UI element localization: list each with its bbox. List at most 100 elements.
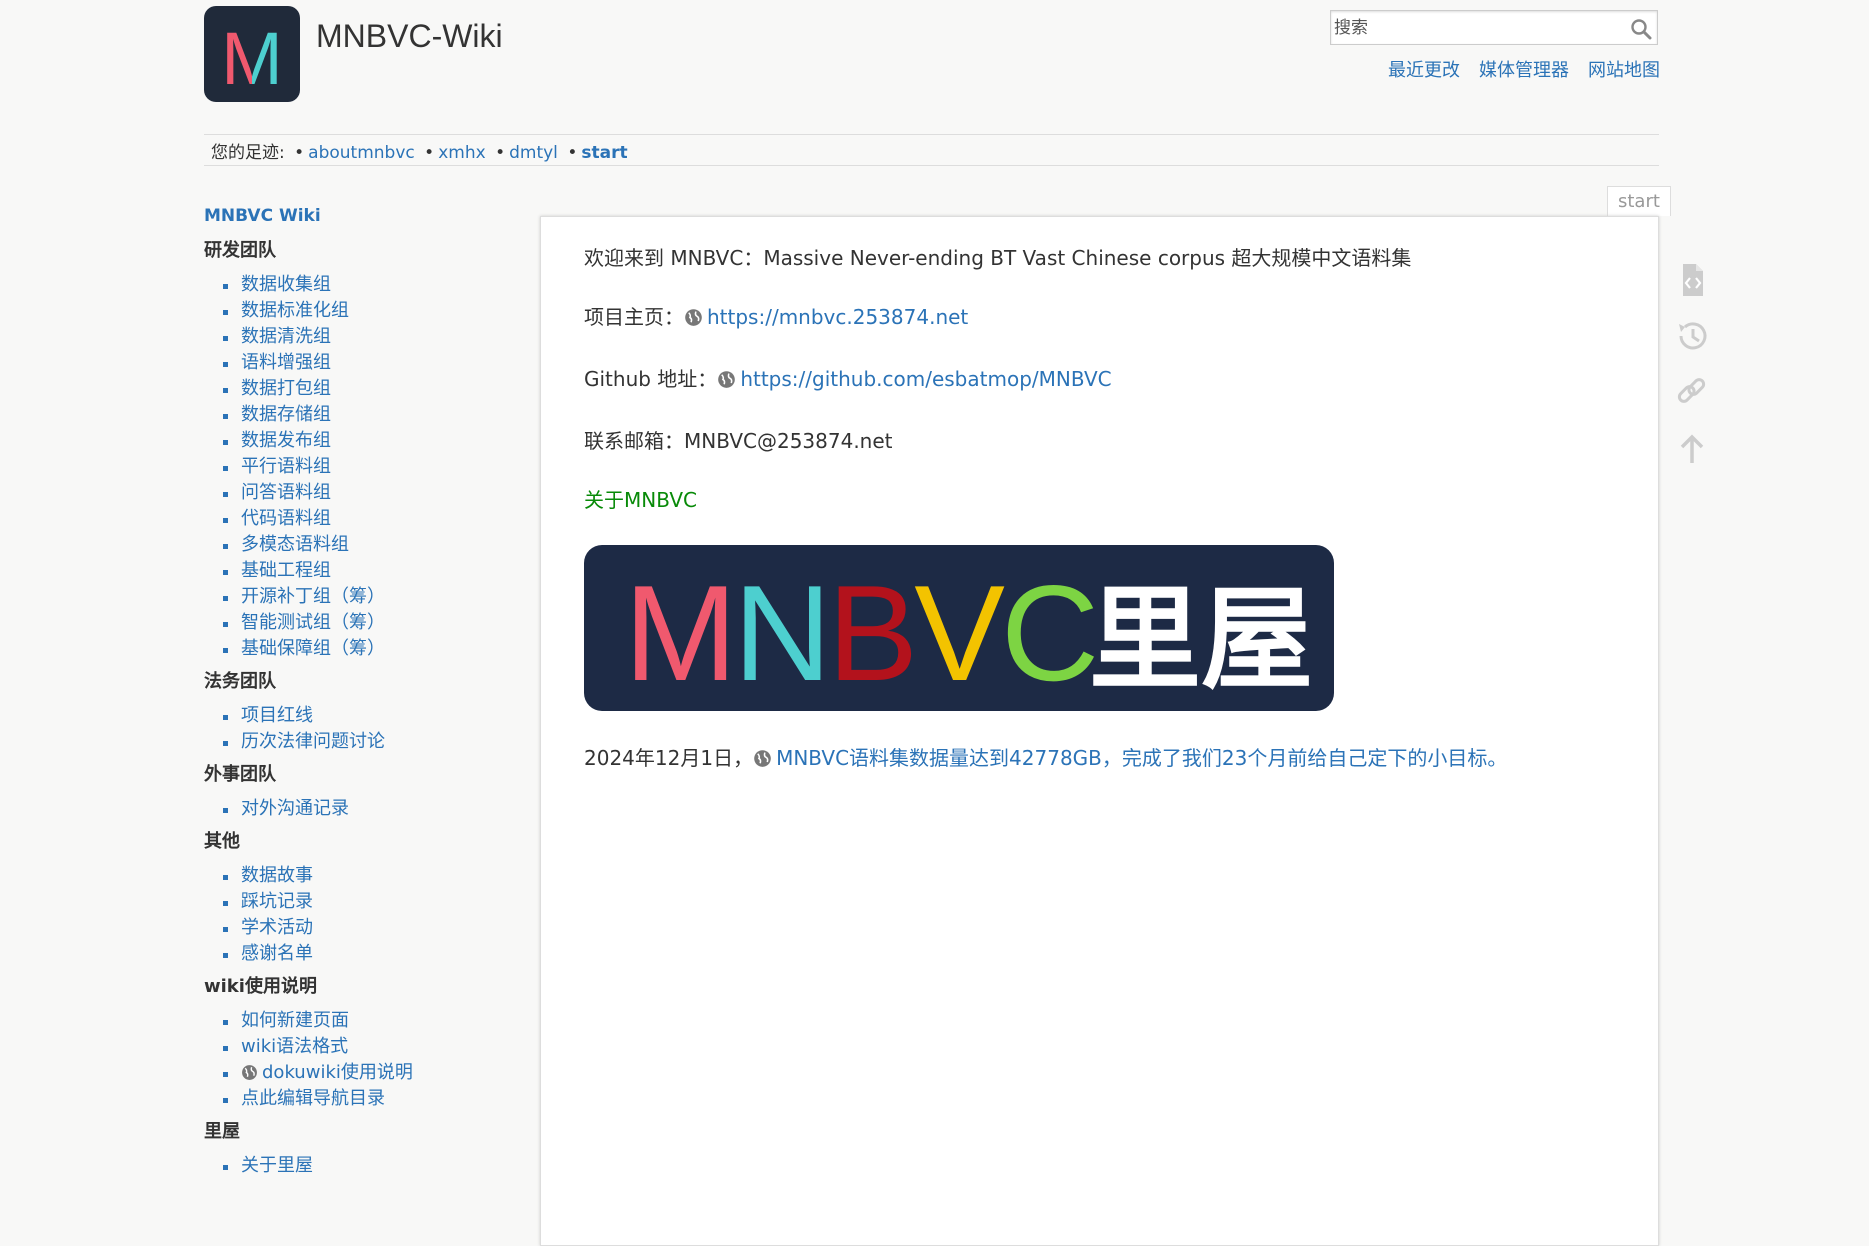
header-divider xyxy=(204,134,1659,135)
sidebar-link[interactable]: 基础保障组（筹） xyxy=(241,638,385,659)
welcome-text: 欢迎来到 MNBVC：Massive Never-ending BT Vast … xyxy=(584,246,1412,270)
banner-letter-m: M xyxy=(624,557,733,709)
breadcrumb: 您的足迹: • aboutmnbvc • xmhx • dmtyl • start xyxy=(211,143,628,163)
search-icon[interactable] xyxy=(1629,17,1653,41)
sidebar-list: 对外沟通记录 xyxy=(204,796,534,822)
news-link[interactable]: MNBVC语料集数据量达到42778GB，完成了我们23个月前给自己定下的小目标… xyxy=(776,746,1507,770)
email-line: 联系邮箱：MNBVC@253874.net xyxy=(584,429,893,453)
banner-letter-b: B xyxy=(828,557,915,709)
sidebar-link[interactable]: 数据标准化组 xyxy=(241,300,349,321)
breadcrumb-item[interactable]: aboutmnbvc xyxy=(308,143,415,163)
sidebar-item: 点此编辑导航目录 xyxy=(204,1086,534,1112)
sidebar-item: 基础工程组 xyxy=(204,558,534,584)
sidebar-item: 问答语料组 xyxy=(204,480,534,506)
external-link-globe-icon xyxy=(753,749,772,772)
sidebar-item: 数据清洗组 xyxy=(204,324,534,350)
github-label: Github 地址： xyxy=(584,367,718,391)
site-title[interactable]: MNBVC-Wiki xyxy=(316,18,503,55)
sidebar-heading: 法务团队 xyxy=(204,671,276,692)
sitemap-link[interactable]: 网站地图 xyxy=(1588,56,1660,82)
breadcrumb-current[interactable]: start xyxy=(581,143,627,163)
sidebar-link[interactable]: 数据清洗组 xyxy=(241,326,331,347)
site-logo[interactable]: M xyxy=(204,6,300,102)
sidebar-link[interactable]: 基础工程组 xyxy=(241,560,331,581)
search-form xyxy=(1330,10,1658,45)
sidebar-item: 数据标准化组 xyxy=(204,298,534,324)
sidebar-item: 踩坑记录 xyxy=(204,889,534,915)
sidebar-link[interactable]: 语料增强组 xyxy=(241,352,331,373)
sidebar-item: 多模态语料组 xyxy=(204,532,534,558)
sidebar-link[interactable]: 代码语料组 xyxy=(241,508,331,529)
github-link[interactable]: https://github.com/esbatmop/MNBVC xyxy=(740,367,1111,391)
sidebar-item: 学术活动 xyxy=(204,915,534,941)
sidebar-item: 关于里屋 xyxy=(204,1153,534,1179)
homepage-label: 项目主页： xyxy=(584,305,684,329)
sidebar-link[interactable]: 问答语料组 xyxy=(241,482,331,503)
sidebar-link[interactable]: 点此编辑导航目录 xyxy=(241,1088,385,1109)
sidebar-link[interactable]: wiki语法格式 xyxy=(241,1036,348,1057)
banner-text: MNBVC xyxy=(624,557,1095,709)
sidebar-link[interactable]: 数据存储组 xyxy=(241,404,331,425)
sidebar-link[interactable]: 关于里屋 xyxy=(241,1155,313,1176)
sidebar-link[interactable]: 踩坑记录 xyxy=(241,891,313,912)
breadcrumb-item[interactable]: xmhx xyxy=(438,143,485,163)
sidebar-list: 项目红线 历次法律问题讨论 xyxy=(204,703,534,755)
sidebar-link[interactable]: 项目红线 xyxy=(241,705,313,726)
sidebar-heading: 外事团队 xyxy=(204,764,276,785)
sidebar-link[interactable]: 数据故事 xyxy=(241,865,313,886)
sidebar-list: 数据收集组 数据标准化组 数据清洗组 语料增强组 数据打包组 数据存储组 数据发… xyxy=(204,272,534,662)
banner-letter-n: N xyxy=(733,557,827,709)
site-tools: 最近更改 媒体管理器 网站地图 xyxy=(1388,56,1660,82)
sidebar-link[interactable]: 多模态语料组 xyxy=(241,534,349,555)
sidebar-link[interactable]: 开源补丁组（筹） xyxy=(241,586,385,607)
news-date: 2024年12月1日， xyxy=(584,746,754,770)
sidebar-item: 数据收集组 xyxy=(204,272,534,298)
old-revisions-icon[interactable] xyxy=(1672,316,1712,356)
recent-changes-link[interactable]: 最近更改 xyxy=(1388,56,1460,82)
external-link-globe-icon xyxy=(684,308,703,331)
news-line: 2024年12月1日， MNBVC语料集数据量达到42778GB，完成了我们23个… xyxy=(584,747,1507,772)
sidebar-link[interactable]: 感谢名单 xyxy=(241,943,313,964)
sidebar-heading: 研发团队 xyxy=(204,240,276,261)
sidebar-link[interactable]: 智能测试组（筹） xyxy=(241,612,385,633)
logo-letter: M xyxy=(221,17,283,100)
sidebar-link[interactable]: 历次法律问题讨论 xyxy=(241,731,385,752)
sidebar-item: 语料增强组 xyxy=(204,350,534,376)
sidebar-item: 项目红线 xyxy=(204,703,534,729)
sidebar-heading: wiki使用说明 xyxy=(204,976,317,997)
sidebar-link[interactable]: 平行语料组 xyxy=(241,456,331,477)
backlinks-icon[interactable] xyxy=(1672,372,1712,412)
sidebar-list: 如何新建页面 wiki语法格式 dokuwiki使用说明 点此编辑导航目录 xyxy=(204,1008,534,1112)
media-manager-link[interactable]: 媒体管理器 xyxy=(1479,56,1569,82)
github-line: Github 地址： https://github.com/esbatmop/MN… xyxy=(584,368,1507,393)
banner-suffix: 里屋 xyxy=(1089,575,1313,705)
sidebar-link[interactable]: 学术活动 xyxy=(241,917,313,938)
sidebar-list: 数据故事 踩坑记录 学术活动 感谢名单 xyxy=(204,863,534,967)
sidebar-item: 开源补丁组（筹） xyxy=(204,584,534,610)
breadcrumb-item[interactable]: dmtyl xyxy=(509,143,558,163)
about-mnbvc-link[interactable]: 关于MNBVC xyxy=(584,488,697,512)
mnbvc-banner-image: MNBVC 里屋 xyxy=(584,545,1334,711)
sidebar-link[interactable]: 对外沟通记录 xyxy=(241,798,349,819)
breadcrumb-prefix: 您的足迹: xyxy=(211,143,285,163)
sidebar-wiki-title[interactable]: MNBVC Wiki xyxy=(204,206,534,226)
sidebar-external-link[interactable]: dokuwiki使用说明 xyxy=(262,1062,413,1083)
search-input[interactable] xyxy=(1331,11,1614,44)
sidebar-item: 如何新建页面 xyxy=(204,1008,534,1034)
sidebar-link[interactable]: 如何新建页面 xyxy=(241,1010,349,1031)
sidebar-item: 平行语料组 xyxy=(204,454,534,480)
sidebar-item: 对外沟通记录 xyxy=(204,796,534,822)
sidebar: MNBVC Wiki 研发团队 数据收集组 数据标准化组 数据清洗组 语料增强组… xyxy=(204,206,534,1187)
homepage-link[interactable]: https://mnbvc.253874.net xyxy=(707,305,968,329)
sidebar-link[interactable]: 数据打包组 xyxy=(241,378,331,399)
sidebar-item: 智能测试组（筹） xyxy=(204,610,534,636)
sidebar-link[interactable]: 数据收集组 xyxy=(241,274,331,295)
sidebar-link[interactable]: 数据发布组 xyxy=(241,430,331,451)
sidebar-heading: 里屋 xyxy=(204,1121,240,1142)
view-source-icon[interactable] xyxy=(1672,260,1712,300)
sidebar-item: wiki语法格式 xyxy=(204,1034,534,1060)
back-to-top-icon[interactable] xyxy=(1672,428,1712,468)
external-link-globe-icon xyxy=(717,370,736,393)
banner-letter-c: C xyxy=(1001,557,1095,709)
page-content: 欢迎来到 MNBVC：Massive Never-ending BT Vast … xyxy=(584,247,1507,809)
